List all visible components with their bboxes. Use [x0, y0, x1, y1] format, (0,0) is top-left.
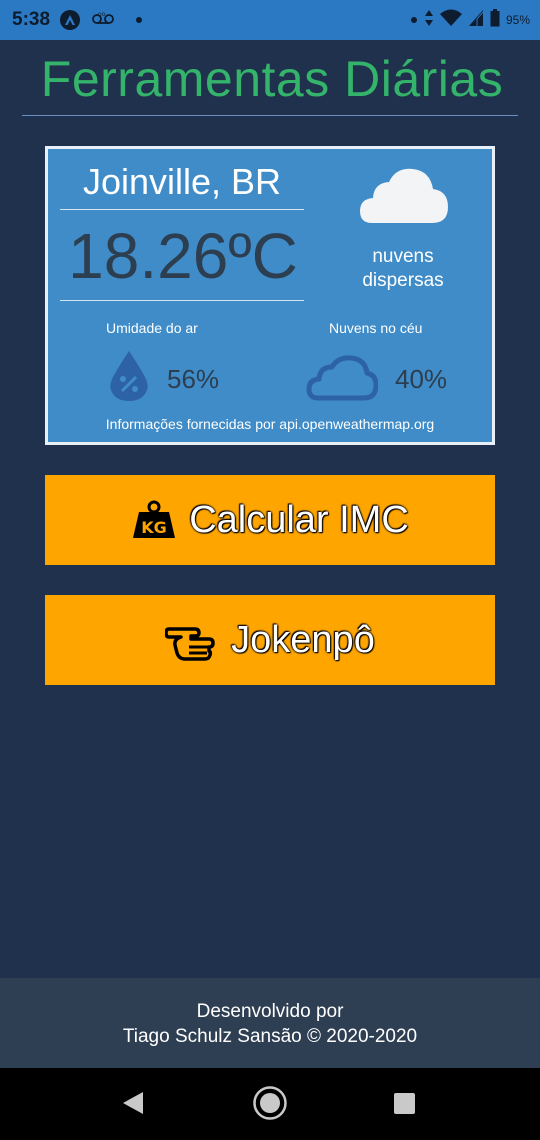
hand-pointing-icon — [165, 617, 219, 663]
voicemail-icon: oo — [92, 11, 114, 30]
weather-credits: Informações fornecidas por api.openweath… — [105, 416, 435, 432]
battery-percent: 95% — [505, 13, 530, 27]
condition-line-2: dispersas — [362, 270, 444, 291]
clouds-value: 40% — [395, 364, 448, 394]
footer: Desenvolvido por Tiago Schulz Sansão © 2… — [0, 978, 540, 1068]
jokenpo-label: Jokenpô — [231, 618, 375, 661]
water-drop-percent-icon — [109, 350, 149, 407]
humidity-label: Umidade do ar — [106, 320, 198, 336]
home-icon[interactable] — [252, 1085, 288, 1126]
signal-icon — [468, 9, 484, 32]
footer-line-1: Desenvolvido por — [196, 1001, 344, 1022]
wifi-icon — [439, 9, 462, 32]
humidity-value: 56% — [167, 364, 220, 394]
battery-icon — [490, 8, 500, 32]
jokenpo-button[interactable]: Jokenpô — [45, 595, 495, 685]
weather-card: Joinville, BR 18.26ºC nuvens dispersas U… — [45, 146, 495, 445]
cloud-outline-icon — [306, 355, 379, 406]
data-arrows-icon — [424, 9, 434, 32]
weather-city: Joinville, BR — [82, 161, 282, 202]
navigation-bar — [0, 1068, 540, 1140]
clouds-label: Nuvens no céu — [329, 320, 423, 336]
kg-text: KG — [141, 518, 167, 537]
status-bar: 5:38 oo 95% — [0, 0, 540, 40]
condition-line-1: nuvens — [372, 246, 434, 267]
page-title: Ferramentas Diárias — [40, 51, 504, 107]
city-divider — [60, 209, 304, 210]
temperature-divider — [60, 300, 304, 301]
title-divider — [22, 115, 518, 116]
back-icon[interactable] — [121, 1091, 145, 1120]
footer-line-2: Tiago Schulz Sansão © 2020-2020 — [122, 1026, 418, 1047]
dot-icon — [410, 11, 418, 29]
calcular-imc-button[interactable]: KG Calcular IMC — [45, 475, 495, 565]
recent-apps-icon[interactable] — [394, 1093, 415, 1114]
weather-temperature: 18.26ºC — [68, 220, 298, 292]
status-time: 5:38 — [12, 9, 51, 30]
weather-condition: nuvens dispersas — [338, 245, 468, 293]
cloud-icon — [358, 165, 450, 230]
notification-dot-icon — [136, 17, 143, 23]
svg-text:oo: oo — [98, 11, 106, 18]
weight-kg-icon: KG — [131, 500, 177, 540]
app-notification-icon — [60, 10, 81, 30]
calcular-imc-label: Calcular IMC — [189, 498, 409, 541]
